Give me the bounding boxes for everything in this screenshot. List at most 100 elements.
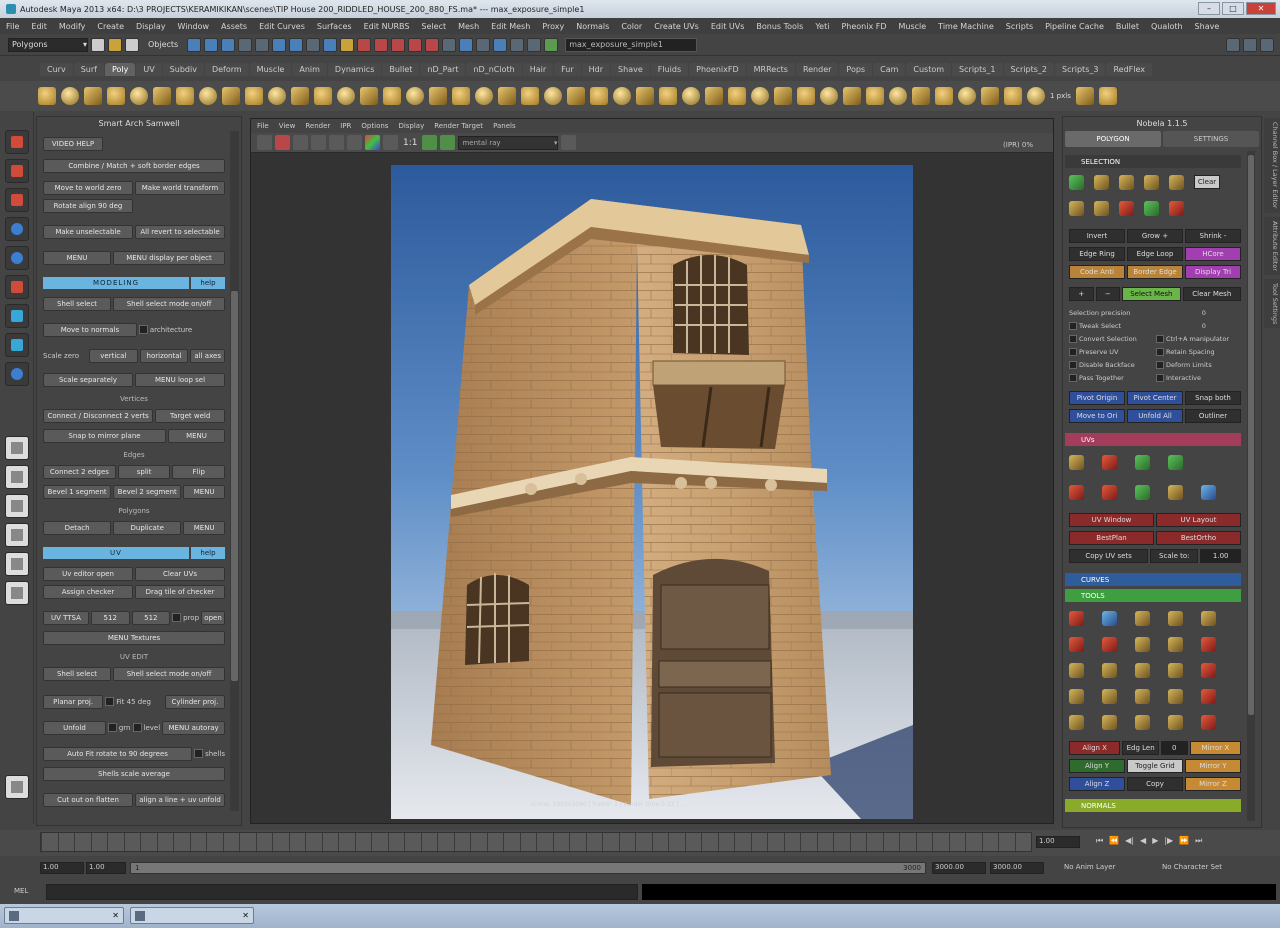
shelf-tool-icon[interactable] [682,87,700,105]
tool-merge-icon[interactable] [1102,636,1117,652]
minimize-button[interactable]: – [1198,2,1220,15]
uv-open-button[interactable]: open [201,611,226,625]
render-menu-view[interactable]: View [279,122,296,130]
shelf-tool-icon[interactable] [291,87,309,105]
shelf-tool-icon[interactable] [567,87,585,105]
rotate-align-button[interactable]: Rotate align 90 deg [43,199,133,213]
all-revert-button[interactable]: All revert to selectable [135,225,225,239]
level-checkbox[interactable] [132,723,142,732]
shelf-tab-surf[interactable]: Surf [73,62,104,76]
normals-section-header[interactable]: NORMALS [1065,799,1241,812]
shelf-tab-scripts-3[interactable]: Scripts_3 [1054,62,1106,76]
shelf-tab-hair[interactable]: Hair [522,62,554,76]
cut-out-flatten-button[interactable]: Cut out on flatten [43,793,133,807]
shelf-tool-icon[interactable] [1004,87,1022,105]
range-slider-bar[interactable]: 1 3000 [130,862,926,874]
combine-button[interactable]: Combine / Match + soft border edges [43,159,225,173]
menu-modify[interactable]: Modify [59,22,86,31]
menu-autoray-button[interactable]: MENU autoray [162,721,226,735]
shelf-tool-icon[interactable] [1098,87,1117,105]
render-settings-icon[interactable] [510,37,525,52]
playback-end-field[interactable]: 3000.00 [932,862,986,874]
snap-plane-icon[interactable] [408,37,423,52]
select-mesh-button[interactable]: Select Mesh [1122,287,1181,301]
code-anti-button[interactable]: Code Anti [1069,265,1125,279]
uv-shell-select-button[interactable]: Shell select [43,667,111,681]
subtract-selection-icon[interactable]: − [1095,287,1121,301]
paint-select-icon[interactable] [4,188,29,212]
input-mode-icon[interactable] [544,37,559,52]
shelf-tool-icon[interactable] [360,87,378,105]
connect-2-edges-button[interactable]: Connect 2 edges [43,465,116,479]
menu-file[interactable]: File [6,22,19,31]
shelf-tool-icon[interactable] [245,87,263,105]
copy-button[interactable]: Copy [1127,777,1183,791]
character-set-label[interactable]: No Character Set [1162,863,1222,871]
tool-smooth-icon[interactable] [1102,610,1117,626]
command-language-label[interactable]: MEL [14,887,28,895]
render-menu-render[interactable]: Render [305,122,330,130]
go-to-end-icon[interactable]: ⏭ [1195,836,1202,846]
start-time-field[interactable]: 1.00 [40,862,84,874]
deform-limits-checkbox[interactable]: Deform Limits [1156,359,1241,370]
renderer-dropdown[interactable]: mental ray ▾ [458,135,559,150]
show-manipulator-icon[interactable] [4,362,29,386]
shelf-tab-custom[interactable]: Custom [906,62,952,76]
snap-mirror-plane-button[interactable]: Snap to mirror plane [43,429,166,443]
cube-wood-icon[interactable] [1069,200,1084,216]
shelf-tab-muscle[interactable]: Muscle [249,62,292,76]
shelf-tool-icon[interactable] [314,87,332,105]
uv-header[interactable]: UV [43,547,189,559]
uv-straighten-icon[interactable] [1201,484,1216,500]
uvs-section-header[interactable]: UVs [1065,433,1241,446]
shelf-tab-curv[interactable]: Curv [40,62,73,76]
mask-deformers-icon[interactable] [306,37,321,52]
shell-select-mode-button[interactable]: Shell select mode on/off [113,297,225,311]
uv-editor-open-button[interactable]: Uv editor open [43,567,133,581]
shelf-tool-icon[interactable] [912,87,930,105]
rotate-tool-icon[interactable] [4,246,29,270]
clear-mesh-button[interactable]: Clear Mesh [1182,287,1241,301]
split-button[interactable]: split [117,465,171,479]
copy-uv-sets-button[interactable]: Copy UV sets [1069,549,1149,563]
menu-pheonix-fd[interactable]: Pheonix FD [841,22,886,31]
layout-single-icon[interactable] [4,436,29,460]
snap-live-icon[interactable] [425,37,440,52]
edge-loop-button[interactable]: Edge Loop [1127,247,1183,261]
taskbar-item-1[interactable]: ✕ [4,907,124,924]
render-current-icon[interactable] [476,37,491,52]
shelf-tool-icon[interactable] [590,87,608,105]
menu-proxy[interactable]: Proxy [542,22,564,31]
shelf-tool-icon[interactable] [475,87,493,105]
menu-mesh[interactable]: Mesh [458,22,479,31]
preserve-uv-checkbox[interactable]: Preserve UV [1069,346,1154,357]
tool-combine-icon[interactable] [1069,688,1084,704]
maximize-button[interactable]: □ [1222,2,1244,15]
shelf-tool-icon[interactable] [130,87,148,105]
tool-chamfer-icon[interactable] [1102,662,1117,678]
shelf-tool-icon[interactable] [61,87,79,105]
selection-section-header[interactable]: SELECTION [1065,155,1241,168]
go-to-start-icon[interactable]: ⏮ [1096,836,1103,846]
menu-textures-button[interactable]: MENU Textures [43,631,225,645]
prop-checkbox[interactable] [172,613,182,622]
shelf-tool-icon[interactable] [176,87,194,105]
pass-together-checkbox[interactable]: Pass Together [1069,372,1154,383]
menu-display[interactable]: Display [136,22,166,31]
menu-bonus-tools[interactable]: Bonus Tools [756,22,803,31]
menu-bullet[interactable]: Bullet [1116,22,1139,31]
play-forward-icon[interactable]: ▶ [1152,836,1158,846]
uv-auto-icon[interactable] [1168,454,1183,470]
shelf-tab-poly[interactable]: Poly [104,62,136,76]
shell-select-button[interactable]: Shell select [43,297,111,311]
close-icon[interactable]: ✕ [112,911,119,920]
select-object-mode-icon[interactable] [1169,174,1184,190]
move-tool-icon[interactable] [4,217,29,241]
keep-image-icon[interactable] [422,135,438,150]
menu-edit-uvs[interactable]: Edit UVs [711,22,745,31]
selection-precision-value[interactable]: 0 [1202,307,1241,318]
shelf-tool-icon[interactable] [383,87,401,105]
edge-length-field[interactable]: 0 [1160,741,1188,755]
ipr-icon[interactable] [329,135,344,150]
shelf-tool-icon[interactable] [107,87,125,105]
